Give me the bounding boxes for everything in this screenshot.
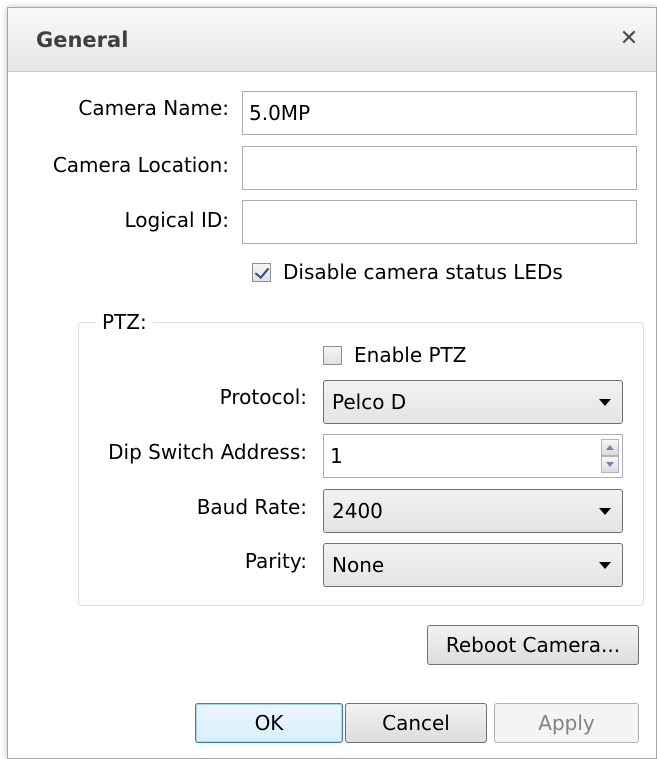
enable-ptz-option[interactable]: Enable PTZ [323, 343, 466, 367]
spin-up-icon[interactable] [601, 439, 619, 456]
protocol-select[interactable]: Pelco D [323, 380, 623, 424]
baud-rate-label: Baud Rate: [196, 495, 307, 519]
dialog-titlebar: General ✕ [8, 8, 656, 72]
disable-leds-checkbox[interactable] [252, 262, 271, 282]
camera-name-label: Camera Name: [78, 96, 229, 120]
protocol-value: Pelco D [332, 390, 407, 414]
general-dialog: General ✕ Camera Name: 5.0MP Camera Loca… [7, 7, 657, 759]
parity-value: None [332, 553, 385, 577]
camera-location-label: Camera Location: [52, 153, 229, 177]
disable-leds-label: Disable camera status LEDs [283, 260, 563, 284]
dip-switch-value: 1 [330, 444, 343, 468]
parity-label: Parity: [244, 549, 307, 573]
dip-switch-stepper[interactable]: 1 [323, 434, 623, 478]
close-icon[interactable]: ✕ [614, 24, 644, 54]
dialog-title: General [36, 28, 129, 52]
enable-ptz-checkbox[interactable] [323, 345, 342, 365]
logical-id-label: Logical ID: [124, 208, 229, 232]
chevron-down-icon [599, 508, 611, 515]
chevron-down-icon [599, 399, 611, 406]
logical-id-input[interactable] [242, 200, 637, 244]
spin-down-icon[interactable] [601, 456, 619, 473]
camera-location-input[interactable] [242, 146, 637, 190]
disable-leds-option[interactable]: Disable camera status LEDs [252, 260, 563, 284]
dip-switch-label: Dip Switch Address: [108, 440, 307, 464]
baud-rate-value: 2400 [332, 499, 383, 523]
baud-rate-select[interactable]: 2400 [323, 489, 623, 533]
cancel-button[interactable]: Cancel [345, 703, 487, 743]
protocol-label: Protocol: [219, 385, 307, 409]
ptz-group-label: PTZ: [96, 310, 153, 334]
apply-button: Apply [494, 703, 639, 743]
spin-buttons [601, 439, 619, 473]
chevron-down-icon [599, 562, 611, 569]
ok-button[interactable]: OK [195, 703, 343, 743]
reboot-camera-button[interactable]: Reboot Camera... [427, 625, 639, 665]
parity-select[interactable]: None [323, 543, 623, 587]
enable-ptz-label: Enable PTZ [354, 343, 467, 367]
camera-name-input[interactable]: 5.0MP [242, 91, 637, 135]
